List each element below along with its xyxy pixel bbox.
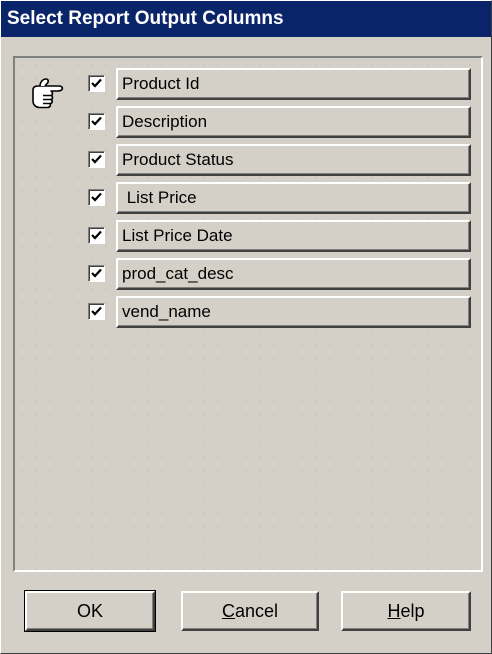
- checkmark-icon: [91, 78, 102, 88]
- column-row: Product Status: [88, 144, 474, 178]
- column-row: List Price: [88, 182, 474, 216]
- checkmark-icon: [91, 192, 102, 202]
- checkmark-icon: [91, 230, 102, 240]
- cancel-button-label: ancel: [234, 601, 279, 621]
- ok-button-label: OK: [76, 601, 103, 621]
- column-checkbox[interactable]: [88, 75, 105, 92]
- column-button-product-status[interactable]: Product Status: [116, 144, 471, 176]
- column-row: List Price Date: [88, 220, 474, 254]
- dialog-title: Select Report Output Columns: [1, 1, 491, 37]
- select-columns-dialog: Select Report Output Columns Product Id: [0, 0, 492, 654]
- column-button-description[interactable]: Description: [116, 106, 471, 138]
- column-button-list-price[interactable]: List Price: [116, 182, 471, 214]
- columns-panel: Product Id Description Product Status Li…: [13, 56, 483, 572]
- column-checkbox[interactable]: [88, 227, 105, 244]
- checkmark-icon: [91, 306, 102, 316]
- column-checkbox[interactable]: [88, 265, 105, 282]
- column-row: Description: [88, 106, 474, 140]
- checkmark-icon: [91, 268, 102, 278]
- column-button-list-price-date[interactable]: List Price Date: [116, 220, 471, 252]
- help-button[interactable]: Help: [341, 591, 471, 631]
- column-checkbox[interactable]: [88, 189, 105, 206]
- help-button-label: elp: [400, 601, 425, 621]
- pointing-hand-icon: [31, 76, 71, 110]
- column-row: vend_name: [88, 296, 474, 330]
- column-row: Product Id: [88, 68, 474, 102]
- checkmark-icon: [91, 154, 102, 164]
- cancel-button[interactable]: Cancel: [181, 591, 319, 631]
- column-row: prod_cat_desc: [88, 258, 474, 292]
- column-checkbox[interactable]: [88, 151, 105, 168]
- column-checkbox[interactable]: [88, 113, 105, 130]
- cancel-mnemonic: C: [221, 601, 235, 621]
- column-button-vend-name[interactable]: vend_name: [116, 296, 471, 328]
- column-button-prod-cat-desc[interactable]: prod_cat_desc: [116, 258, 471, 290]
- ok-button[interactable]: OK: [24, 590, 156, 632]
- column-button-product-id[interactable]: Product Id: [116, 68, 471, 100]
- column-checkbox[interactable]: [88, 303, 105, 320]
- help-mnemonic: H: [387, 601, 401, 621]
- checkmark-icon: [91, 116, 102, 126]
